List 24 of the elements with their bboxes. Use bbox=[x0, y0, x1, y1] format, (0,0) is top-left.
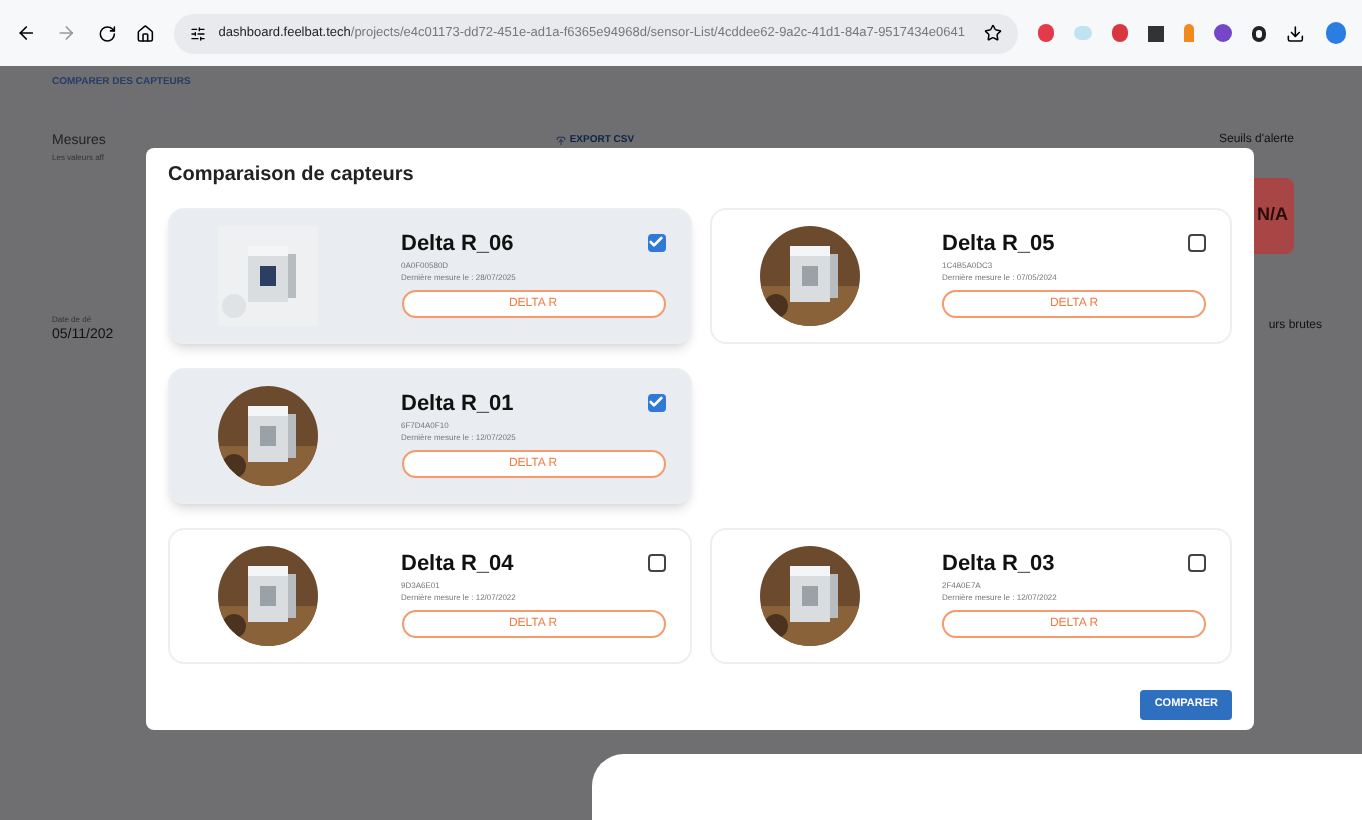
upload-icon bbox=[555, 136, 566, 146]
sensor-name: Delta R_01 bbox=[401, 393, 514, 415]
modal-title: Comparaison de capteurs bbox=[168, 164, 416, 189]
forward-icon[interactable] bbox=[56, 22, 78, 44]
checkbox[interactable] bbox=[1188, 553, 1206, 571]
check-icon bbox=[648, 234, 664, 250]
sensor-name: Delta R_04 bbox=[401, 553, 514, 575]
sensor-name: Delta R_05 bbox=[942, 233, 1055, 255]
reload-icon[interactable] bbox=[97, 23, 116, 43]
checkbox[interactable] bbox=[1188, 233, 1206, 251]
star-icon[interactable] bbox=[983, 24, 1002, 42]
home-icon[interactable] bbox=[135, 23, 155, 43]
profile-avatar[interactable] bbox=[1325, 22, 1346, 44]
checkbox[interactable] bbox=[647, 553, 665, 571]
checkbox[interactable] bbox=[647, 233, 665, 251]
extension-icon[interactable] bbox=[1251, 25, 1267, 41]
site-settings-icon[interactable] bbox=[190, 25, 207, 41]
check-icon bbox=[648, 394, 664, 410]
back-icon[interactable] bbox=[16, 22, 37, 44]
checkbox[interactable] bbox=[647, 393, 665, 411]
sensor-name: Delta R_03 bbox=[942, 553, 1055, 575]
download-icon[interactable] bbox=[1286, 23, 1306, 43]
extension-icon[interactable] bbox=[1148, 25, 1164, 41]
sensor-name: Delta R_06 bbox=[401, 233, 514, 255]
